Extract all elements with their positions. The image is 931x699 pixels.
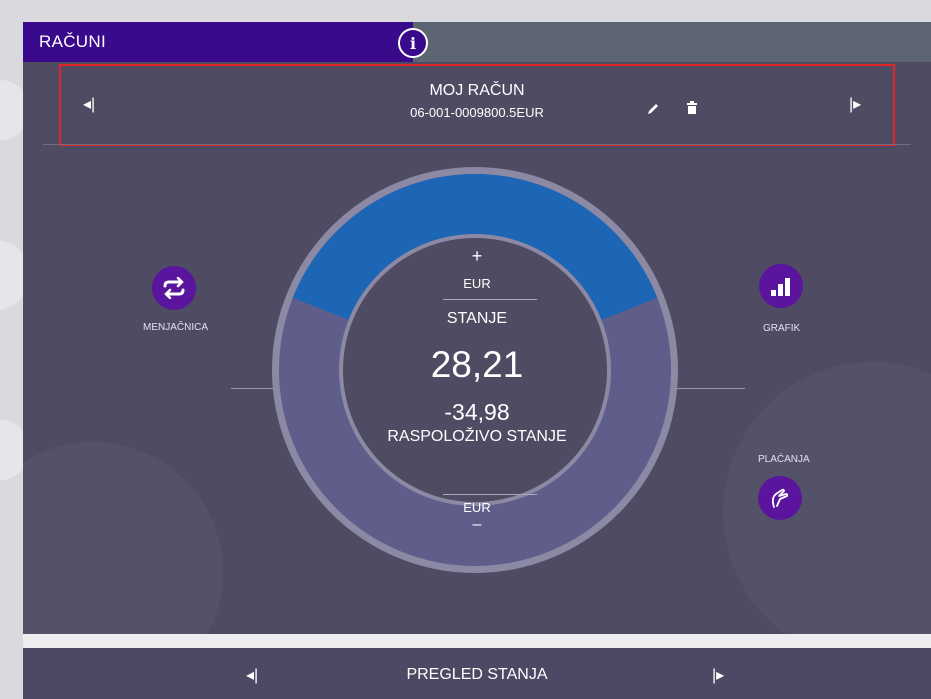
hand-payment-icon xyxy=(771,488,789,508)
payments-label: PLAĆANJA xyxy=(758,454,810,465)
balance-amount: 28,21 xyxy=(430,344,524,385)
account-panel: ◂| |▸ MOJ RAČUN 06-001-0009800.5EUR + EU… xyxy=(23,62,931,634)
trash-icon[interactable] xyxy=(686,101,698,115)
negative-sign: – xyxy=(472,516,482,533)
account-number: 06-001-0009800.5EUR xyxy=(410,105,544,120)
available-amount: -34,98 xyxy=(444,399,510,425)
bottom-bar: ◂| PREGLED STANJA |▸ xyxy=(23,648,931,699)
next-view-button[interactable]: |▸ xyxy=(712,665,724,685)
divider xyxy=(23,634,931,648)
edit-icon[interactable] xyxy=(646,102,660,116)
page-title: RAČUNI xyxy=(39,32,106,51)
title-bar: RAČUNI xyxy=(23,22,931,62)
bar-chart-icon xyxy=(771,278,790,296)
available-label: RASPOLOŽIVO STANJE xyxy=(387,428,567,445)
exchange-icon xyxy=(163,277,185,299)
info-icon[interactable]: i xyxy=(398,28,428,58)
divider xyxy=(443,494,537,495)
view-title: PREGLED STANJA xyxy=(406,666,548,683)
exchange-button[interactable] xyxy=(152,266,196,310)
exchange-label: MENJAČNICA xyxy=(143,322,209,333)
payments-button[interactable] xyxy=(758,476,802,520)
positive-sign: + xyxy=(471,246,483,266)
divider xyxy=(443,299,537,300)
account-name: MOJ RAČUN xyxy=(429,82,525,99)
chart-button[interactable] xyxy=(759,264,803,308)
divider xyxy=(43,144,911,145)
background-decoration xyxy=(23,442,223,634)
chart-label: GRAFIK xyxy=(763,323,801,334)
